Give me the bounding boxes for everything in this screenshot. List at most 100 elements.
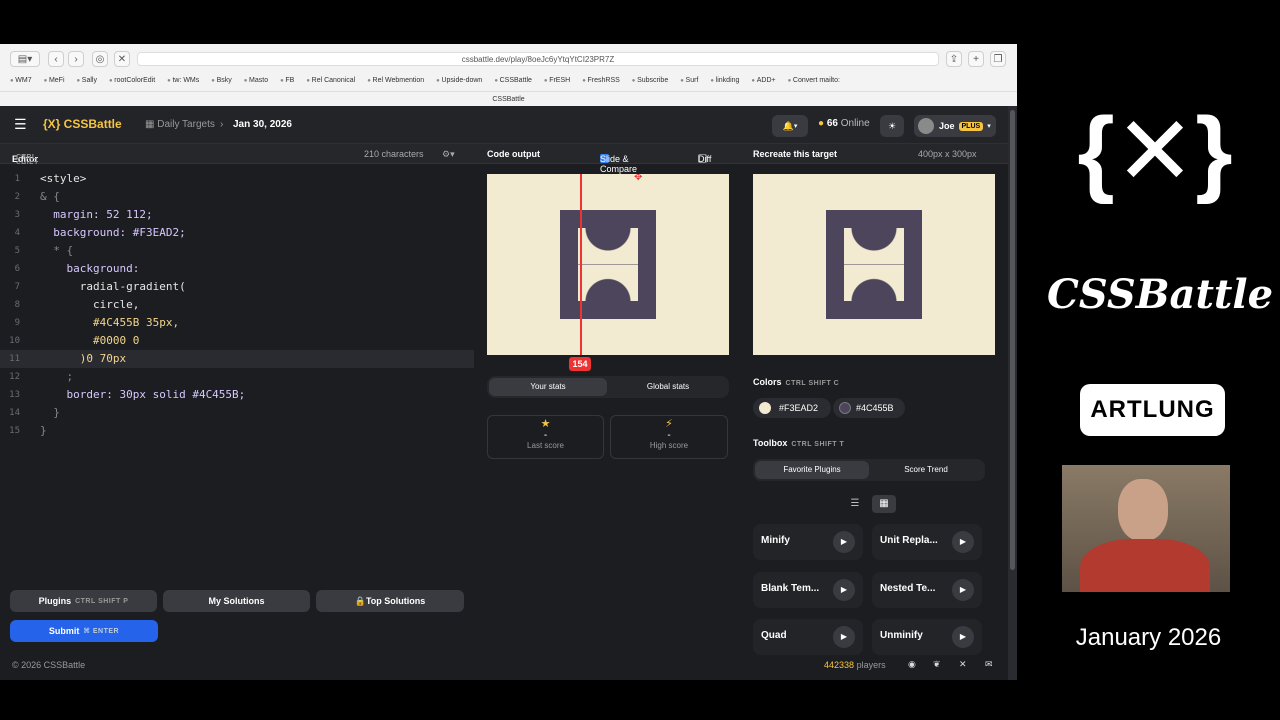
new-tab-icon[interactable]: + — [968, 51, 984, 67]
code-line[interactable]: 1 <style> — [0, 170, 474, 188]
plugin-card[interactable]: Minify ▶ — [753, 524, 863, 560]
logo[interactable]: {X} CSSBattle — [43, 117, 122, 131]
code-line[interactable]: 15} — [0, 422, 474, 440]
bookmark-item[interactable]: WM7 — [10, 77, 31, 84]
bookmark-item[interactable]: Bsky — [211, 77, 232, 84]
code-text[interactable]: )0 70px — [40, 350, 126, 368]
code-text[interactable]: & { — [40, 188, 60, 206]
bookmark-item[interactable]: ADD+ — [751, 77, 776, 84]
back-icon[interactable]: ‹ — [48, 51, 64, 67]
compare-slider-line[interactable] — [580, 174, 582, 355]
play-icon[interactable]: ▶ — [952, 626, 974, 648]
my-solutions-button[interactable]: My Solutions — [163, 590, 310, 612]
code-text[interactable]: margin: 52 112; — [40, 206, 152, 224]
bookmark-item[interactable]: Surf — [680, 77, 699, 84]
plugin-card[interactable]: Quad ▶ — [753, 619, 863, 655]
bookmark-item[interactable]: Rel Canonical — [306, 77, 356, 84]
scrollbar-thumb[interactable] — [1010, 110, 1015, 570]
code-text[interactable]: <style> — [40, 170, 86, 188]
color-chip-2[interactable]: #4C455B — [833, 398, 905, 418]
bookmark-item[interactable]: Upside-down — [436, 77, 482, 84]
bookmark-item[interactable]: Masto — [244, 77, 268, 84]
play-icon[interactable]: ▶ — [833, 531, 855, 553]
breadcrumb-daily-targets[interactable]: ▦ Daily Targets — [145, 119, 215, 130]
bookmark-item[interactable]: Convert mailto: — [788, 77, 840, 84]
code-output-preview[interactable]: ✥ — [487, 174, 729, 355]
plugin-card[interactable]: Blank Tem... ▶ — [753, 572, 863, 608]
play-icon[interactable]: ▶ — [952, 531, 974, 553]
code-line[interactable]: 13 border: 30px solid #4C455B; — [0, 386, 474, 404]
code-text[interactable]: * { — [40, 242, 73, 260]
code-line[interactable]: 10 #0000 0 — [0, 332, 474, 350]
code-text[interactable]: } — [40, 422, 47, 440]
bookmark-item[interactable]: MeFi — [44, 77, 65, 84]
extension-icon[interactable]: ✕ — [114, 51, 130, 67]
bookmark-item[interactable]: rootColorEdit — [109, 77, 155, 84]
play-icon[interactable]: ▶ — [833, 626, 855, 648]
bluesky-icon[interactable]: ❦ — [933, 659, 941, 670]
code-line[interactable]: 7 radial-gradient( — [0, 278, 474, 296]
tab-overview-icon[interactable]: ❐ — [990, 51, 1006, 67]
tab-global-stats[interactable]: Global stats — [609, 378, 727, 396]
code-text[interactable]: #0000 0 — [40, 332, 139, 350]
code-text[interactable]: } — [40, 404, 60, 422]
discord-icon[interactable]: ◉ — [908, 659, 916, 670]
user-menu[interactable]: Joe PLUS ▾ — [914, 115, 996, 137]
notifications-button[interactable]: 🔔 ▾ — [772, 115, 808, 137]
code-line[interactable]: 11 )0 70px — [0, 350, 474, 368]
code-text[interactable]: #4C455B 35px, — [40, 314, 179, 332]
scrollbar[interactable] — [1008, 106, 1017, 680]
bookmark-item[interactable]: Subscribe — [632, 77, 668, 84]
bookmark-item[interactable]: linkding — [710, 77, 740, 84]
tab-favorite-plugins[interactable]: Favorite Plugins — [755, 461, 869, 479]
code-editor[interactable]: 1 <style> 2 & {3 margin: 52 112; 4 backgroun… — [0, 164, 474, 578]
plugins-button[interactable]: Plugins CTRL SHIFT P — [10, 590, 157, 612]
address-bar[interactable]: cssbattle.dev/play/8oeJc6yYtqYtCI23PR7Z — [137, 52, 939, 66]
code-text[interactable]: circle, — [40, 296, 139, 314]
code-text[interactable]: background: #F3EAD2; — [40, 224, 185, 242]
code-line[interactable]: 12 ; — [0, 368, 474, 386]
top-solutions-button[interactable]: 🔒 Top Solutions — [316, 590, 464, 612]
bookmark-item[interactable]: CSSBattle — [494, 77, 532, 84]
bookmark-item[interactable]: tw: WMs — [167, 77, 199, 84]
bookmark-item[interactable]: FreshRSS — [582, 77, 620, 84]
plugin-card[interactable]: Unminify ▶ — [872, 619, 982, 655]
bookmark-item[interactable]: Rel Webmention — [367, 77, 425, 84]
code-line[interactable]: 9 #4C455B 35px, — [0, 314, 474, 332]
code-line[interactable]: 2 & { — [0, 188, 474, 206]
code-text[interactable]: background: — [40, 260, 139, 278]
tab-your-stats[interactable]: Your stats — [489, 378, 607, 396]
code-line[interactable]: 5 * { — [0, 242, 474, 260]
mail-icon[interactable]: ✉ — [985, 659, 993, 670]
share-icon[interactable]: ⇪ — [946, 51, 962, 67]
bookmark-item[interactable]: FB — [280, 77, 294, 84]
tab-score-trend[interactable]: Score Trend — [869, 461, 983, 479]
theme-toggle-button[interactable]: ☀ — [880, 115, 904, 137]
forward-icon[interactable]: › — [68, 51, 84, 67]
menu-icon[interactable]: ☰ — [14, 116, 27, 133]
tab-title[interactable]: CSSBattle — [0, 91, 1017, 106]
code-line[interactable]: 14 } — [0, 404, 474, 422]
sidebar-toggle-icon[interactable]: ▤▾ — [10, 51, 40, 67]
code-line[interactable]: 8 circle, — [0, 296, 474, 314]
color-chip-1[interactable]: #F3EAD2 — [753, 398, 831, 418]
play-icon[interactable]: ▶ — [952, 579, 974, 601]
bookmark-item[interactable]: FrESH — [544, 77, 570, 84]
editor-settings-icon[interactable]: ⚙▾ — [442, 149, 455, 160]
code-line[interactable]: 4 background: #F3EAD2; — [0, 224, 474, 242]
code-line[interactable]: 3 margin: 52 112; — [0, 206, 474, 224]
bookmark-item[interactable]: Sally — [77, 77, 97, 84]
code-text[interactable]: radial-gradient( — [40, 278, 186, 296]
plugin-card[interactable]: Nested Te... ▶ — [872, 572, 982, 608]
code-line[interactable]: 6 background: — [0, 260, 474, 278]
play-icon[interactable]: ▶ — [833, 579, 855, 601]
list-view-icon[interactable]: ☰ — [844, 495, 866, 513]
grid-view-icon[interactable]: ▦ — [872, 495, 896, 513]
x-icon[interactable]: ✕ — [959, 659, 967, 670]
code-text[interactable]: ; — [40, 368, 73, 386]
plugin-card[interactable]: Unit Repla... ▶ — [872, 524, 982, 560]
copyright: © 2026 CSSBattle — [12, 660, 86, 670]
privacy-icon[interactable]: ◎ — [92, 51, 108, 67]
submit-button[interactable]: Submit ⌘ ENTER — [10, 620, 158, 642]
code-text[interactable]: border: 30px solid #4C455B; — [40, 386, 245, 404]
